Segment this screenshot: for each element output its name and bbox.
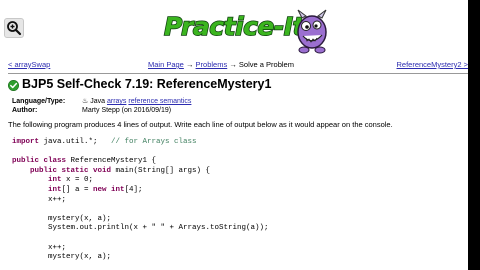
page: Practice-It! < arraySwap Main Page → Pro…: [0, 0, 468, 270]
code-keyword: int: [12, 176, 62, 185]
code-keyword: import: [12, 138, 40, 146]
tag-arrays[interactable]: arrays: [107, 98, 126, 105]
breadcrumb: Main Page → Problems → Solve a Problem: [148, 60, 294, 69]
code-text: main(String[] args) {: [111, 166, 211, 175]
code-keyword: public class: [12, 157, 67, 166]
code-line: mystery(x, a);: [12, 253, 269, 263]
site-logo[interactable]: Practice-It!: [163, 8, 330, 56]
breadcrumb-arrow: →: [229, 60, 237, 69]
breadcrumb-current: Solve a Problem: [238, 60, 294, 69]
next-problem-link[interactable]: ReferenceMystery2 >: [397, 60, 469, 69]
code-text: mystery(x, a);: [12, 214, 112, 223]
code-line: System.out.println(x + " " + Arrays.toSt…: [12, 224, 269, 234]
logo-text: Practice-It!: [163, 11, 316, 42]
problem-description: The following program produces 4 lines o…: [8, 120, 393, 129]
navigation-bar: < arraySwap Main Page → Problems → Solve…: [8, 60, 468, 72]
java-icon: ♨: [82, 98, 89, 105]
code-line: mystery(x, a);: [12, 215, 269, 225]
code-text: x++;: [12, 243, 67, 252]
code-keyword: public static void: [12, 166, 112, 175]
code-text: x = 0;: [61, 176, 94, 185]
zoom-icon[interactable]: [4, 18, 24, 38]
author-label: Author:: [12, 107, 38, 114]
code-line: import java.util.*; // for Arrays class: [12, 138, 269, 148]
breadcrumb-arrow: →: [185, 60, 194, 69]
code-text: mystery(x, a);: [12, 253, 112, 262]
purple-monster-mascot-icon: [297, 9, 327, 54]
author-value: Marty Stepp (on 2016/09/19): [82, 107, 172, 114]
breadcrumb-main-page[interactable]: Main Page: [148, 60, 184, 69]
language-label: Language/Type:: [12, 98, 66, 105]
code-text: System.out.println(x + " " + Arrays.toSt…: [12, 224, 269, 233]
code-text: x++;: [12, 195, 67, 204]
code-text: [] a =: [61, 185, 94, 194]
code-line: int x = 0;: [12, 176, 269, 186]
page-title: BJP5 Self-Check 7.19: ReferenceMystery1: [22, 77, 272, 91]
green-checkmark-icon: [8, 80, 19, 91]
code-line: x++;: [12, 244, 269, 254]
code-text: ReferenceMystery1 {: [66, 157, 157, 166]
tag-reference-semantics[interactable]: reference semantics: [128, 98, 191, 105]
code-text: java.util.*;: [39, 138, 112, 146]
prev-problem-link[interactable]: < arraySwap: [8, 60, 50, 69]
code-block: import java.util.*; // for Arrays class p…: [12, 138, 269, 263]
code-line: int[] a = new int[4];: [12, 186, 269, 196]
breadcrumb-problems[interactable]: Problems: [196, 60, 228, 69]
code-text: [4];: [124, 185, 143, 194]
code-line: public static void main(String[] args) {: [12, 167, 269, 177]
code-keyword: new int: [93, 185, 125, 194]
code-line: public class ReferenceMystery1 {: [12, 157, 269, 167]
code-keyword: int: [12, 185, 62, 194]
divider: [8, 73, 468, 74]
language-value: ♨ Java arrays reference semantics: [82, 98, 192, 105]
code-line: x++;: [12, 196, 269, 206]
code-comment: // for Arrays class: [111, 138, 197, 146]
